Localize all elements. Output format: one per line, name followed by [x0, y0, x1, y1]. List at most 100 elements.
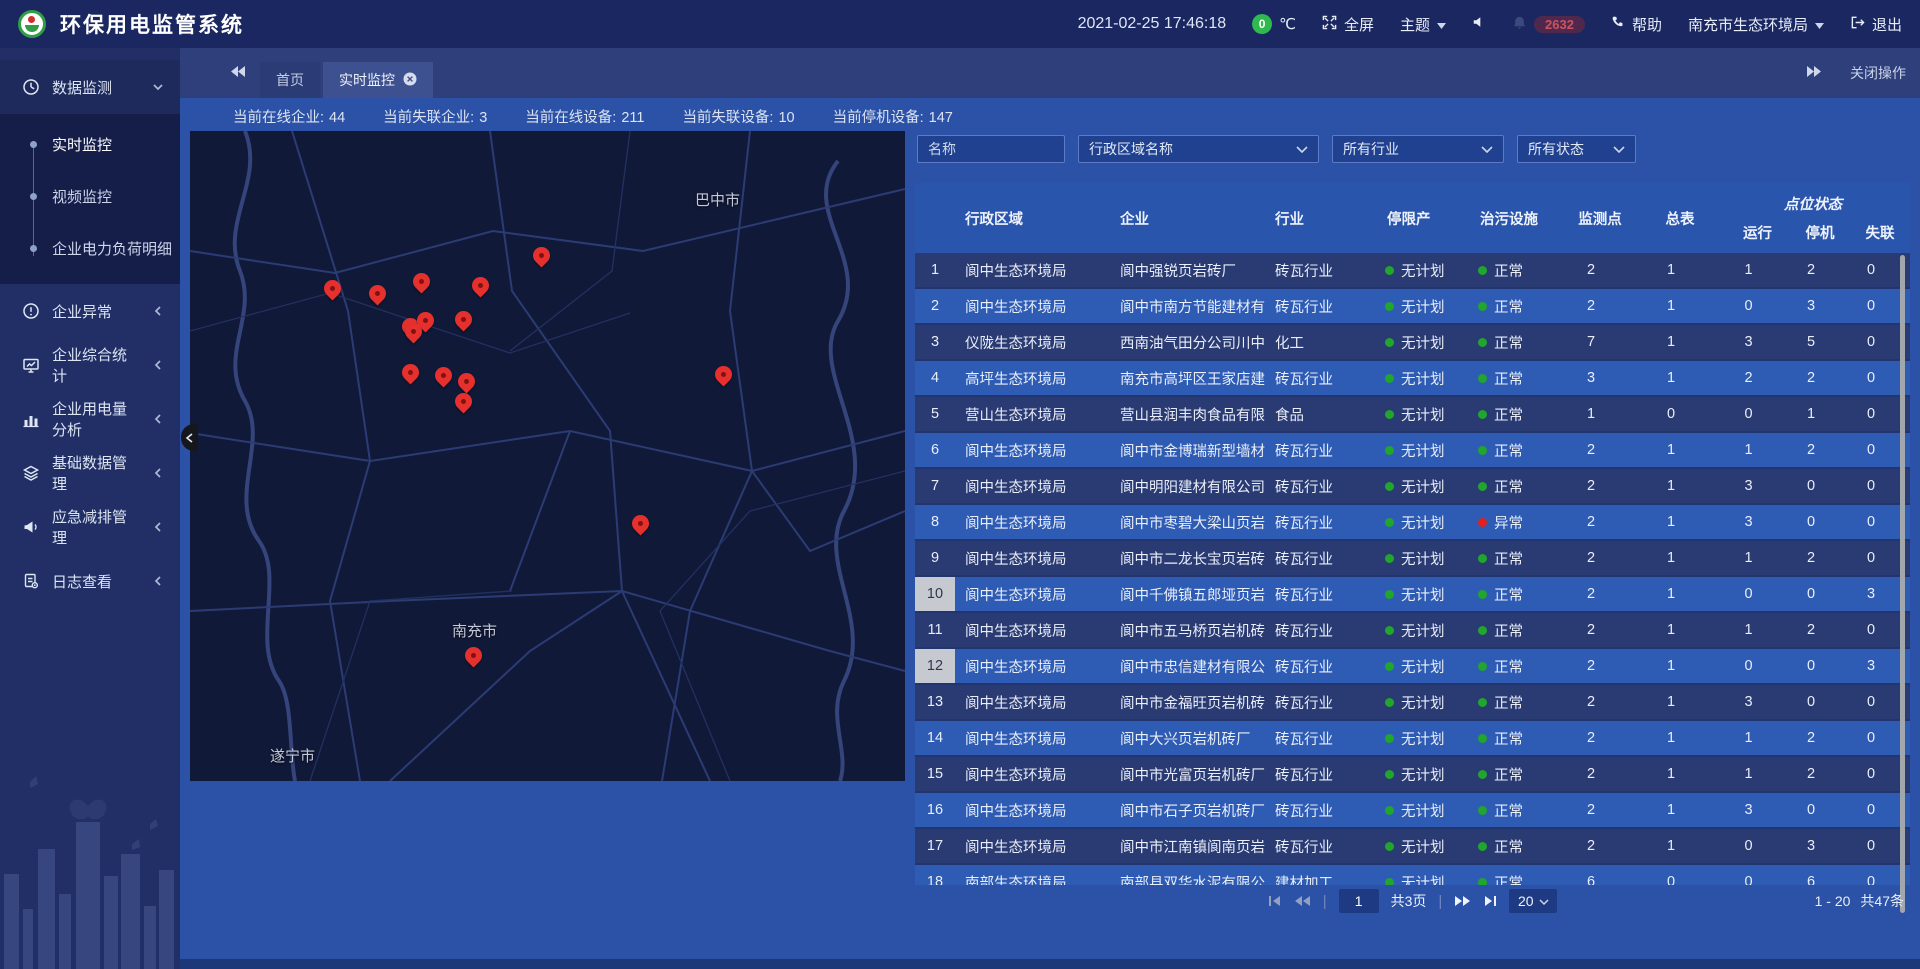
monitoring-panel: 行政区域名称 所有行业 所有状态 行政区域 企业 行业 停限产 治污设施 — [915, 131, 1910, 921]
logout-button[interactable]: 退出 — [1850, 14, 1902, 35]
cell-points: 2 — [1565, 613, 1635, 647]
cell-limit-status: 无计划 — [1377, 757, 1470, 791]
next-page-icon[interactable] — [1454, 895, 1471, 907]
monitor-icon — [22, 356, 40, 374]
fullscreen-button[interactable]: 全屏 — [1322, 14, 1374, 35]
tab-scroll-left-icon[interactable] — [230, 65, 246, 83]
layers-icon — [22, 464, 40, 482]
cell-facility-status: 正常 — [1470, 541, 1565, 575]
status-select[interactable]: 所有状态 — [1517, 135, 1636, 163]
total-pages-label: 共3页 — [1391, 891, 1427, 911]
cell-limit-status: 无计划 — [1377, 541, 1470, 575]
table-row-4[interactable]: 4高坪生态环境局南充市高坪区王家店建砖瓦行业无计划正常31220 — [915, 361, 1910, 397]
sidebar-item-3[interactable]: 企业用电量分析 — [0, 392, 180, 446]
help-button[interactable]: 帮助 — [1611, 14, 1662, 35]
stat-value: 147 — [929, 110, 953, 126]
table-row-6[interactable]: 6阆中生态环境局阆中市金博瑞新型墙材砖瓦行业无计划正常21120 — [915, 433, 1910, 469]
table-row-1[interactable]: 1阆中生态环境局阆中强锐页岩砖厂砖瓦行业无计划正常21120 — [915, 253, 1910, 289]
status-dot-green — [1478, 266, 1487, 275]
sidebar-item-6[interactable]: 日志查看 — [0, 554, 180, 608]
tab-scroll-right-icon[interactable] — [1806, 65, 1822, 83]
chevron-left-icon — [152, 359, 164, 371]
temperature-unit: ℃ — [1279, 15, 1296, 33]
col-industry: 行业 — [1265, 183, 1377, 253]
row-index: 6 — [915, 433, 955, 467]
sidebar-item-0[interactable]: 数据监测 — [0, 60, 180, 114]
row-index: 15 — [915, 757, 955, 791]
table-row-11[interactable]: 11阆中生态环境局阆中市五马桥页岩机砖砖瓦行业无计划正常21120 — [915, 613, 1910, 649]
table-row-13[interactable]: 13阆中生态环境局阆中市金福旺页岩机砖砖瓦行业无计划正常21300 — [915, 685, 1910, 721]
cell-running: 0 — [1725, 577, 1790, 611]
sidebar-item-4[interactable]: 基础数据管理 — [0, 446, 180, 500]
prev-page-icon[interactable] — [1294, 895, 1311, 907]
row-index: 5 — [915, 397, 955, 431]
cell-facility-status: 正常 — [1470, 685, 1565, 719]
close-operations-button[interactable]: 关闭操作 — [1850, 63, 1906, 83]
status-dot-green — [1385, 410, 1394, 419]
cell-facility-status: 正常 — [1470, 361, 1565, 395]
table-row-7[interactable]: 7阆中生态环境局阆中明阳建材有限公司砖瓦行业无计划正常21300 — [915, 469, 1910, 505]
cell-points: 2 — [1565, 649, 1635, 683]
table-row-16[interactable]: 16阆中生态环境局阆中市石子页岩机砖厂砖瓦行业无计划正常21300 — [915, 793, 1910, 829]
cell-facility-status: 正常 — [1470, 289, 1565, 323]
map-city-label-0: 巴中市 — [695, 189, 740, 210]
table-row-18[interactable]: 18南部生态环境局南部县双华水泥有限公建材加工无计划正常60060 — [915, 865, 1910, 885]
cell-points: 1 — [1565, 397, 1635, 431]
table-row-10[interactable]: 10阆中生态环境局阆中千佛镇五郎垭页岩砖瓦行业无计划正常21003 — [915, 577, 1910, 613]
table-row-5[interactable]: 5营山生态环境局营山县润丰肉食品有限食品无计划正常10010 — [915, 397, 1910, 433]
cell-company: 阆中市五马桥页岩机砖 — [1110, 613, 1265, 647]
stat-label: 当前失联设备: — [682, 110, 773, 126]
chevron-down-icon — [1481, 141, 1493, 157]
org-dropdown[interactable]: 南充市生态环境局 — [1688, 14, 1824, 35]
cell-region: 阆中生态环境局 — [955, 649, 1110, 683]
cell-limit-status: 无计划 — [1377, 577, 1470, 611]
pagination-bar: | 共3页 | 20 1 - 20 共47条 — [915, 887, 1910, 915]
datetime: 2021-02-25 17:46:18 — [1078, 15, 1227, 33]
table-row-12[interactable]: 12阆中生态环境局阆中市忠信建材有限公砖瓦行业无计划正常21003 — [915, 649, 1910, 685]
region-select[interactable]: 行政区域名称 — [1078, 135, 1319, 163]
sidebar-subitem-0-0[interactable]: 实时监控 — [0, 118, 180, 170]
table-row-9[interactable]: 9阆中生态环境局阆中市二龙长宝页岩砖砖瓦行业无计划正常21120 — [915, 541, 1910, 577]
cell-industry: 砖瓦行业 — [1265, 685, 1377, 719]
alert-icon — [22, 302, 40, 320]
row-index: 4 — [915, 361, 955, 395]
cell-stopped: 2 — [1790, 757, 1850, 791]
map-canvas[interactable]: 巴中市南充市遂宁市 — [190, 131, 905, 781]
cell-facility-status: 正常 — [1470, 325, 1565, 359]
sidebar-subitem-0-1[interactable]: 视频监控 — [0, 170, 180, 222]
cell-stopped: 0 — [1790, 505, 1850, 539]
col-group-point-status: 点位状态 — [1723, 193, 1903, 214]
table-row-15[interactable]: 15阆中生态环境局阆中市光富页岩机砖厂砖瓦行业无计划正常21120 — [915, 757, 1910, 793]
close-icon[interactable] — [403, 72, 417, 89]
table-scrollbar[interactable] — [1900, 255, 1905, 913]
sidebar-item-5[interactable]: 应急减排管理 — [0, 500, 180, 554]
cell-region: 阆中生态环境局 — [955, 541, 1110, 575]
first-page-icon[interactable] — [1268, 895, 1282, 907]
page-number-input[interactable] — [1339, 889, 1379, 913]
tab-home[interactable]: 首页 — [260, 62, 320, 98]
cell-limit-status: 无计划 — [1377, 469, 1470, 503]
table-row-14[interactable]: 14阆中生态环境局阆中大兴页岩机砖厂砖瓦行业无计划正常21120 — [915, 721, 1910, 757]
sidebar: 数据监测实时监控视频监控企业电力负荷明细企业异常企业综合统计企业用电量分析基础数… — [0, 48, 180, 969]
last-page-icon[interactable] — [1483, 895, 1497, 907]
industry-select[interactable]: 所有行业 — [1332, 135, 1504, 163]
stat-item-2: 当前在线设备:211 — [525, 106, 644, 127]
sidebar-item-2[interactable]: 企业综合统计 — [0, 338, 180, 392]
name-search-input[interactable] — [917, 135, 1065, 163]
table-row-3[interactable]: 3仪陇生态环境局西南油气田分公司川中化工无计划正常71350 — [915, 325, 1910, 361]
cell-points: 2 — [1565, 469, 1635, 503]
page-size-select[interactable]: 20 — [1509, 889, 1557, 913]
table-row-8[interactable]: 8阆中生态环境局阆中市枣碧大梁山页岩砖瓦行业无计划异常21300 — [915, 505, 1910, 541]
sidebar-item-1[interactable]: 企业异常 — [0, 284, 180, 338]
sidebar-subitem-label: 视频监控 — [52, 186, 112, 207]
status-dot-red — [1478, 518, 1487, 527]
table-row-2[interactable]: 2阆中生态环境局阆中市南方节能建材有砖瓦行业无计划正常21030 — [915, 289, 1910, 325]
tab-realtime-monitoring[interactable]: 实时监控 — [323, 62, 433, 98]
theme-dropdown[interactable]: 主题 — [1400, 14, 1446, 35]
notifications[interactable]: 2632 — [1512, 15, 1585, 34]
cell-facility-status: 正常 — [1470, 577, 1565, 611]
table-row-17[interactable]: 17阆中生态环境局阆中市江南镇阆南页岩砖瓦行业无计划正常21030 — [915, 829, 1910, 865]
sidebar-subitem-0-2[interactable]: 企业电力负荷明细 — [0, 222, 180, 274]
stat-label: 当前失联企业: — [383, 110, 474, 126]
mute-button[interactable] — [1472, 15, 1486, 33]
